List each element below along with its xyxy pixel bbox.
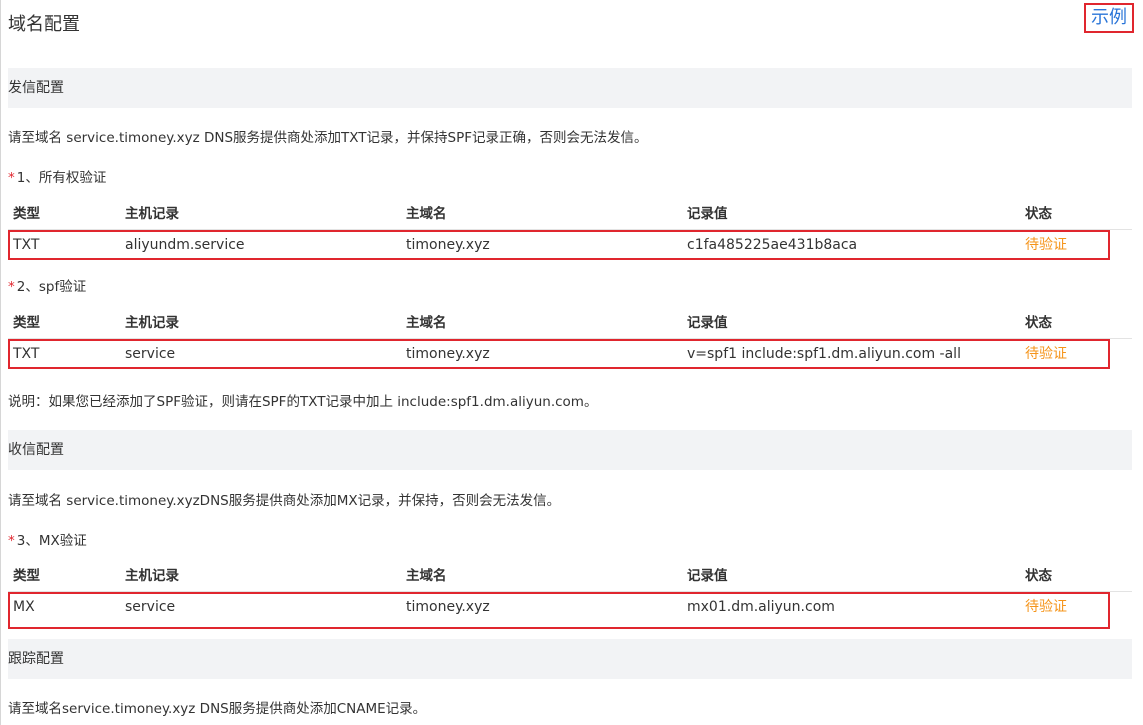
page-title: 域名配置: [8, 14, 80, 35]
step-ownership-label: * 1、所有权验证: [8, 166, 106, 186]
col-host: 主机记录: [125, 315, 179, 331]
send-config-title: 发信配置: [8, 80, 64, 96]
col-value: 记录值: [687, 568, 728, 584]
record-value: v=spf1 include:spf1.dm.aliyun.com -all: [687, 346, 961, 362]
col-status: 状态: [1025, 568, 1052, 584]
col-host: 主机记录: [125, 206, 179, 222]
send-config-description: 请至域名 service.timoney.xyz DNS服务提供商处添加TXT记…: [8, 130, 648, 146]
mx-table-header: 类型 主机记录 主域名 记录值 状态: [8, 562, 1132, 590]
receive-config-title: 收信配置: [8, 442, 64, 458]
spf-table-header: 类型 主机记录 主域名 记录值 状态: [8, 309, 1132, 337]
status-badge: 待验证: [1025, 599, 1067, 615]
tracking-config-description: 请至域名service.timoney.xyz DNS服务提供商处添加CNAME…: [8, 701, 427, 717]
record-value: mx01.dm.aliyun.com: [687, 599, 835, 615]
record-type: TXT: [13, 237, 40, 253]
record-host: aliyundm.service: [125, 237, 245, 253]
record-value: c1fa485225ae431b8aca: [687, 237, 858, 253]
col-domain: 主域名: [406, 568, 447, 584]
table-row-spf: TXT service timoney.xyz v=spf1 include:s…: [8, 339, 1132, 369]
left-border: [0, 0, 1, 725]
record-host: service: [125, 346, 176, 362]
step-spf-label: * 2、spf验证: [8, 275, 86, 295]
tracking-config-header: 跟踪配置: [8, 639, 1132, 679]
required-mark: *: [8, 533, 15, 549]
col-domain: 主域名: [406, 206, 447, 222]
step-ownership-text: 1、所有权验证: [16, 170, 107, 186]
col-status: 状态: [1025, 315, 1052, 331]
step-mx-label: * 3、MX验证: [8, 529, 87, 549]
example-link[interactable]: 示例: [1084, 3, 1134, 33]
record-domain: timoney.xyz: [406, 237, 490, 253]
record-type: MX: [13, 599, 35, 615]
col-value: 记录值: [687, 315, 728, 331]
col-type: 类型: [13, 568, 40, 584]
col-type: 类型: [13, 315, 40, 331]
status-badge: 待验证: [1025, 237, 1067, 253]
table-row-mx: MX service timoney.xyz mx01.dm.aliyun.co…: [8, 592, 1132, 622]
table-row-ownership: TXT aliyundm.service timoney.xyz c1fa485…: [8, 230, 1132, 260]
required-mark: *: [8, 170, 15, 186]
ownership-table-header: 类型 主机记录 主域名 记录值 状态: [8, 200, 1132, 228]
record-type: TXT: [13, 346, 40, 362]
required-mark: *: [8, 279, 15, 295]
record-host: service: [125, 599, 176, 615]
step-mx-text: 3、MX验证: [16, 533, 87, 549]
send-config-header: 发信配置: [8, 68, 1132, 108]
col-status: 状态: [1025, 206, 1052, 222]
col-type: 类型: [13, 206, 40, 222]
record-domain: timoney.xyz: [406, 599, 490, 615]
record-domain: timoney.xyz: [406, 346, 490, 362]
col-host: 主机记录: [125, 568, 179, 584]
status-badge: 待验证: [1025, 346, 1067, 362]
col-domain: 主域名: [406, 315, 447, 331]
step-spf-text: 2、spf验证: [16, 279, 87, 295]
receive-config-description: 请至域名 service.timoney.xyzDNS服务提供商处添加MX记录，…: [8, 493, 561, 509]
spf-note: 说明：如果您已经添加了SPF验证，则请在SPF的TXT记录中加上 include…: [8, 394, 598, 410]
tracking-config-title: 跟踪配置: [8, 651, 64, 667]
col-value: 记录值: [687, 206, 728, 222]
receive-config-header: 收信配置: [8, 430, 1132, 470]
